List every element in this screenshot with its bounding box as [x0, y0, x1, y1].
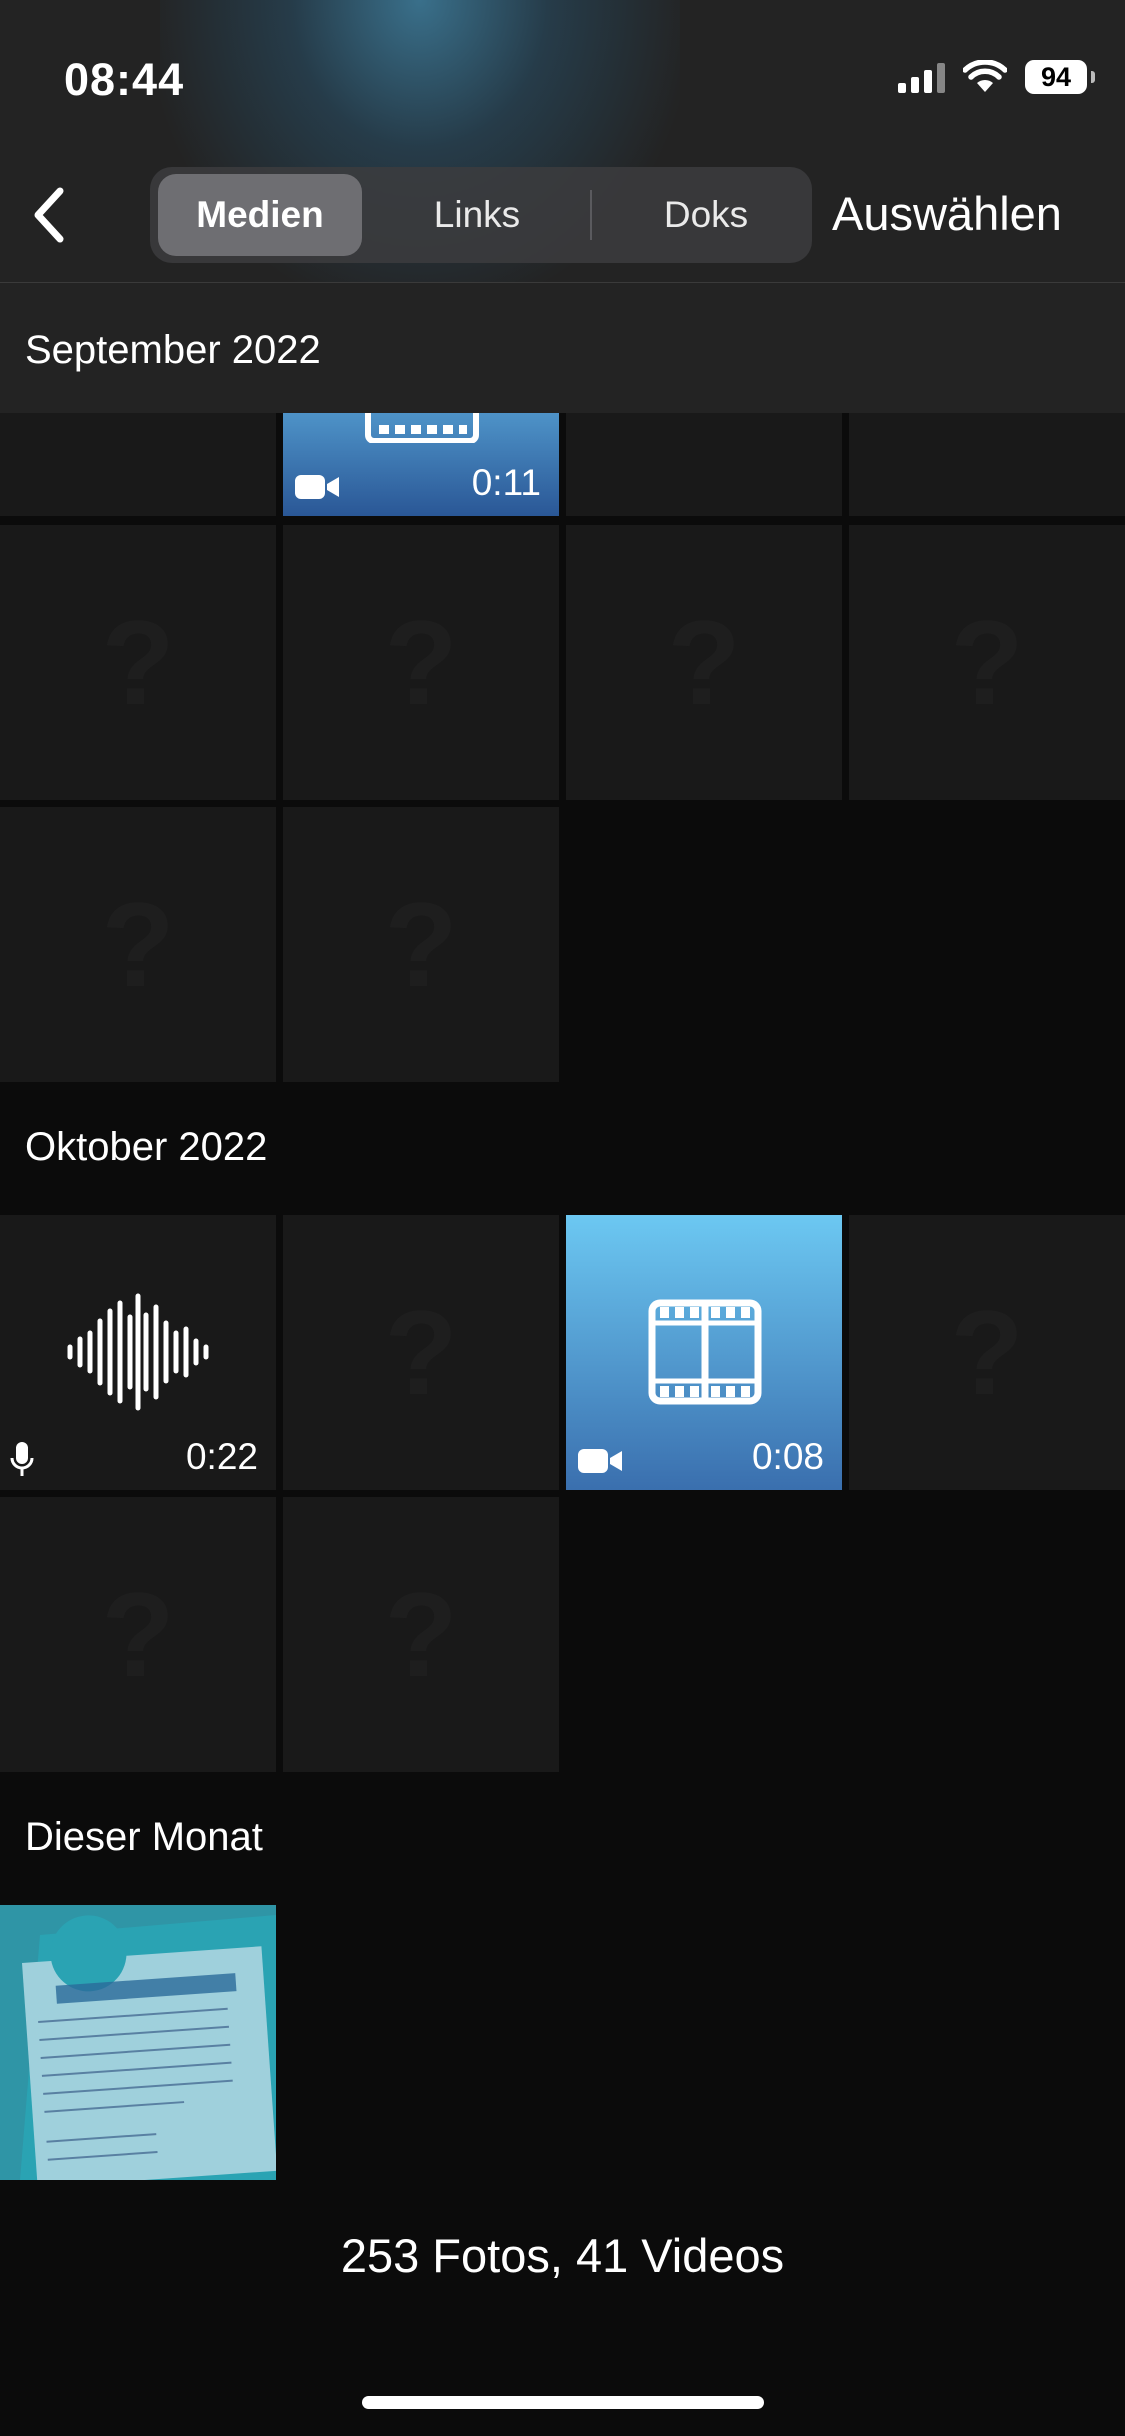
placeholder-question-mark: ? [101, 595, 175, 730]
section-header-september-2022: September 2022 [0, 282, 1125, 413]
media-placeholder-tile[interactable]: ? [0, 807, 276, 1082]
section-title: Oktober 2022 [25, 1125, 268, 1169]
tab-docs[interactable]: Doks [606, 174, 806, 256]
audio-waveform-icon [67, 1293, 209, 1411]
media-placeholder-tile[interactable]: ? [0, 525, 276, 800]
home-indicator[interactable] [362, 2396, 764, 2409]
section-title: Dieser Monat [25, 1815, 263, 1859]
video-tile[interactable]: 0:08 [566, 1215, 842, 1490]
video-tile[interactable]: 0:11 [283, 413, 559, 516]
media-placeholder-tile[interactable]: ? [283, 525, 559, 800]
back-button[interactable] [18, 180, 78, 250]
chevron-left-icon [34, 187, 64, 243]
placeholder-question-mark: ? [950, 1285, 1024, 1420]
microphone-icon [10, 1442, 34, 1476]
section-title: September 2022 [25, 328, 321, 372]
media-placeholder-tile[interactable]: ? [849, 1215, 1125, 1490]
media-type-segmented-control: Medien Links Doks [150, 167, 812, 263]
placeholder-question-mark: ? [384, 1567, 458, 1702]
media-placeholder-tile[interactable]: ? [283, 1215, 559, 1490]
wifi-icon [963, 60, 1007, 92]
media-placeholder-tile[interactable] [0, 413, 276, 516]
video-duration: 0:11 [471, 462, 541, 503]
media-placeholder-tile[interactable]: ? [0, 1497, 276, 1772]
status-indicators: 94 [898, 60, 1095, 94]
media-placeholder-tile[interactable]: ? [566, 525, 842, 800]
audio-tile[interactable]: 0:22 [0, 1215, 276, 1490]
segment-divider [590, 190, 592, 240]
tab-media[interactable]: Medien [158, 174, 362, 256]
placeholder-question-mark: ? [101, 1567, 175, 1702]
film-icon [648, 1299, 762, 1405]
media-placeholder-tile[interactable]: ? [283, 1497, 559, 1772]
placeholder-question-mark: ? [950, 595, 1024, 730]
media-placeholder-tile[interactable] [849, 413, 1125, 516]
photo-tile[interactable] [0, 1905, 276, 2180]
film-icon [365, 413, 479, 443]
battery-icon: 94 [1025, 60, 1095, 94]
placeholder-question-mark: ? [384, 595, 458, 730]
media-placeholder-tile[interactable]: ? [283, 807, 559, 1082]
tab-links[interactable]: Links [386, 174, 568, 256]
media-placeholder-tile[interactable] [566, 413, 842, 516]
placeholder-question-mark: ? [384, 877, 458, 1012]
media-count-summary: 253 Fotos, 41 Videos [340, 2229, 785, 2282]
document-photo-thumbnail [0, 1905, 276, 2180]
section-header-october-2022: Oktober 2022 [0, 1085, 1125, 1215]
section-header-this-month: Dieser Monat [0, 1775, 1125, 1905]
placeholder-question-mark: ? [101, 877, 175, 1012]
placeholder-question-mark: ? [667, 595, 741, 730]
video-camera-icon [295, 475, 339, 499]
status-time: 08:44 [64, 54, 185, 105]
select-button[interactable]: Auswählen [832, 186, 1062, 241]
video-duration: 0:08 [751, 1436, 824, 1477]
media-placeholder-tile[interactable]: ? [849, 525, 1125, 800]
audio-duration: 0:22 [185, 1436, 258, 1477]
cellular-signal-icon [898, 61, 945, 93]
placeholder-question-mark: ? [384, 1285, 458, 1420]
video-camera-icon [578, 1449, 622, 1473]
